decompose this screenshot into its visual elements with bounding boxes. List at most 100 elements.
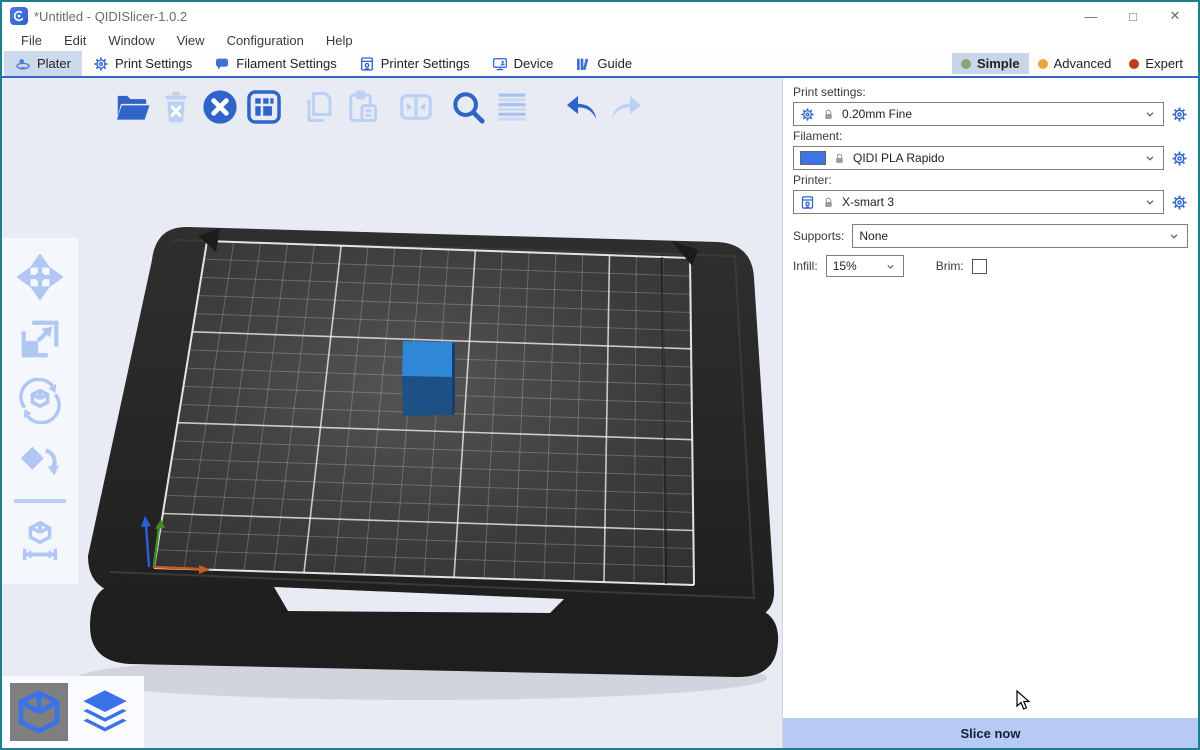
tab-filament-settings[interactable]: Filament Settings: [203, 51, 347, 76]
chevron-down-icon: [884, 260, 897, 273]
title-bar: *Untitled - QIDISlicer-1.0.2 — □ ✕: [2, 2, 1198, 30]
toolbar-paste-button[interactable]: [340, 85, 384, 129]
supports-label: Supports:: [793, 229, 844, 243]
menu-edit[interactable]: Edit: [53, 33, 97, 48]
device-monitor-icon: [492, 56, 508, 72]
toolbar-open-button[interactable]: [110, 85, 154, 129]
supports-combo[interactable]: None: [852, 224, 1188, 248]
mode-advanced[interactable]: Advanced: [1029, 53, 1121, 74]
tab-label: Filament Settings: [236, 56, 336, 71]
tab-label: Print Settings: [115, 56, 192, 71]
chevron-down-icon: [1143, 151, 1157, 165]
toolbar-undo-button[interactable]: [560, 85, 604, 129]
chevron-down-icon: [1167, 229, 1181, 243]
tab-label: Guide: [597, 56, 632, 71]
mode-label: Advanced: [1054, 56, 1112, 71]
toolbar-delete-all-button[interactable]: [198, 85, 242, 129]
toolbar-arrange-button[interactable]: [242, 85, 286, 129]
printer-combo[interactable]: X-smart 3: [793, 190, 1164, 214]
lock-icon: [822, 196, 835, 209]
expert-mode-dot-icon: [1129, 59, 1139, 69]
mode-simple[interactable]: Simple: [952, 53, 1029, 74]
printer-icon: [359, 56, 375, 72]
3d-scene-canvas[interactable]: [2, 78, 782, 748]
slice-now-button[interactable]: Slice now: [783, 718, 1198, 748]
tab-guide[interactable]: Guide: [564, 51, 643, 76]
mode-label: Expert: [1145, 56, 1183, 71]
move-icon: [17, 254, 63, 300]
mode-expert[interactable]: Expert: [1120, 53, 1192, 74]
print-settings-value: 0.20mm Fine: [842, 107, 912, 121]
brim-checkbox[interactable]: [972, 259, 987, 274]
preview-view-button[interactable]: [76, 683, 134, 741]
menu-help[interactable]: Help: [315, 33, 364, 48]
model-cube[interactable]: [402, 341, 455, 416]
measure-tool-button[interactable]: [8, 510, 72, 572]
place-on-face-tool-button[interactable]: [8, 432, 72, 494]
lock-icon: [822, 108, 835, 121]
split-icon: [398, 89, 434, 125]
undo-icon: [563, 88, 601, 126]
open-folder-icon: [113, 88, 151, 126]
menu-configuration[interactable]: Configuration: [216, 33, 315, 48]
tab-print-settings[interactable]: Print Settings: [82, 51, 203, 76]
tab-printer-settings[interactable]: Printer Settings: [348, 51, 481, 76]
mouse-cursor: [1016, 690, 1032, 712]
filament-color-swatch: [800, 151, 826, 165]
move-tool-button[interactable]: [8, 246, 72, 308]
filament-label: Filament:: [793, 129, 1188, 143]
toolbar-variable-layer-height-button[interactable]: [490, 85, 534, 129]
print-settings-label: Print settings:: [793, 85, 1188, 99]
menu-file[interactable]: File: [10, 33, 53, 48]
tab-device[interactable]: Device: [481, 51, 565, 76]
printer-value: X-smart 3: [842, 195, 894, 209]
edit-filament-button[interactable]: [1171, 150, 1188, 167]
menu-view[interactable]: View: [166, 33, 216, 48]
redo-icon: [607, 88, 645, 126]
rotate-tool-button[interactable]: [8, 370, 72, 432]
scale-tool-button[interactable]: [8, 308, 72, 370]
measure-icon: [17, 518, 63, 564]
3d-view-cube-icon: [15, 688, 63, 736]
lock-icon: [833, 152, 846, 165]
toolbar-split-button[interactable]: [394, 85, 438, 129]
tab-plater[interactable]: Plater: [4, 51, 82, 76]
copy-icon: [300, 89, 336, 125]
filament-value: QIDI PLA Rapido: [853, 151, 944, 165]
edit-printer-button[interactable]: [1171, 194, 1188, 211]
app-logo-icon: [10, 7, 28, 25]
supports-value: None: [859, 229, 888, 243]
settings-panel: Print settings: 0.20mm Fine Filament: QI…: [782, 78, 1198, 748]
3d-editor-view-button[interactable]: [10, 683, 68, 741]
menu-bar: File Edit Window View Configuration Help: [2, 30, 1198, 51]
toolbar-search-button[interactable]: [446, 85, 490, 129]
close-button[interactable]: ✕: [1158, 4, 1192, 28]
toolbar-delete-button[interactable]: [154, 85, 198, 129]
toolbar-redo-button[interactable]: [604, 85, 648, 129]
scale-icon: [17, 316, 63, 362]
mode-selector: Simple Advanced Expert: [952, 51, 1198, 76]
printer-icon: [800, 195, 815, 210]
infill-label: Infill:: [793, 259, 818, 273]
chevron-down-icon: [1143, 195, 1157, 209]
delete-trash-icon: [158, 89, 194, 125]
infill-combo[interactable]: 15%: [826, 255, 904, 277]
gear-icon: [800, 107, 815, 122]
edit-print-settings-button[interactable]: [1171, 106, 1188, 123]
print-settings-gear-icon: [93, 56, 109, 72]
tab-label: Device: [514, 56, 554, 71]
variable-layer-height-icon: [494, 89, 530, 125]
menu-window[interactable]: Window: [97, 33, 165, 48]
viewport-toolbar: [110, 85, 648, 129]
minimize-button[interactable]: —: [1074, 4, 1108, 28]
plater-icon: [15, 56, 31, 72]
delete-all-icon: [201, 88, 239, 126]
toolbar-copy-button[interactable]: [296, 85, 340, 129]
rotate-icon: [17, 378, 63, 424]
print-settings-combo[interactable]: 0.20mm Fine: [793, 102, 1164, 126]
3d-viewport[interactable]: [2, 78, 782, 748]
filament-combo[interactable]: QIDI PLA Rapido: [793, 146, 1164, 170]
simple-mode-dot-icon: [961, 59, 971, 69]
maximize-button[interactable]: □: [1116, 4, 1150, 28]
tab-label: Plater: [37, 56, 71, 71]
